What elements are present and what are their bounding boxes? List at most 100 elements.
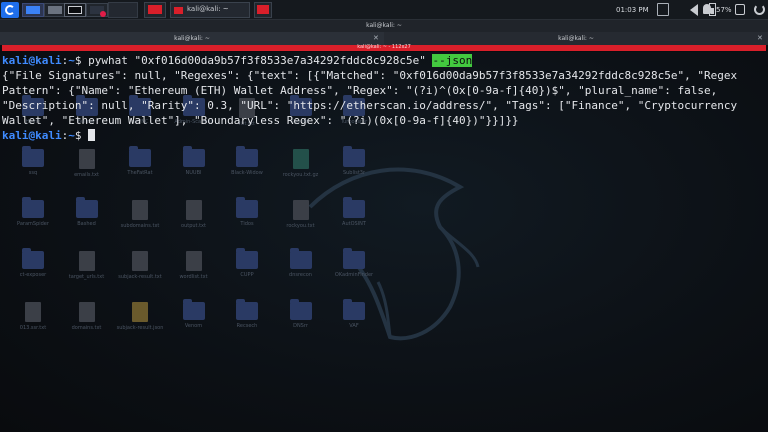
terminal-titlebar[interactable]: kali@kali: ~ — [0, 20, 768, 32]
file-icon — [292, 149, 309, 169]
prompt-path: ~ — [68, 129, 75, 142]
battery-icon[interactable] — [709, 3, 716, 16]
desktop-icon-label: Venom — [184, 323, 203, 329]
prompt-user: kali@kali — [2, 129, 62, 142]
launcher-browser-window[interactable] — [44, 3, 66, 17]
desktop-icon[interactable]: wordlist.txt — [167, 251, 221, 280]
file-icon — [78, 251, 95, 271]
desktop-icon[interactable]: rockyou.txt — [274, 200, 328, 229]
desktop-icon-label: emails.txt — [74, 172, 99, 178]
record-icon — [100, 11, 106, 17]
folder-icon — [343, 248, 365, 269]
desktop-icon[interactable]: TheFatRat — [113, 146, 167, 176]
launcher-screenshot[interactable] — [86, 3, 108, 17]
launcher-terminal[interactable] — [64, 3, 86, 17]
folder-icon — [182, 146, 205, 167]
desktop-icon-label: dnsrecon — [289, 272, 312, 278]
desktop-icon[interactable]: 013.ssr.txt — [6, 302, 60, 331]
folder-icon — [22, 146, 44, 167]
folder-icon — [343, 299, 365, 320]
desktop-icon[interactable]: dnsrecon — [274, 248, 328, 278]
desktop-icon-label: DNSrr — [293, 323, 308, 329]
lock-screen-icon[interactable] — [735, 4, 745, 15]
desktop-icon[interactable]: OKadminFinder — [327, 248, 381, 278]
output-line: {"File Signatures": null, "Regexes": {"t… — [2, 69, 738, 82]
prompt-path: ~ — [68, 54, 75, 67]
desktop-icon[interactable]: DNSrr — [274, 299, 328, 329]
file-icon — [185, 200, 202, 220]
terminal-task-icon — [174, 7, 183, 14]
desktop-icon-label: output.txt — [181, 223, 206, 229]
folder-icon — [22, 197, 44, 218]
tab-label: kali@kali: ~ — [558, 35, 594, 42]
desktop-icon[interactable]: subjack-result.txt — [113, 251, 167, 280]
file-icon — [25, 302, 41, 322]
desktop-icon[interactable]: AutOSINT — [327, 197, 381, 227]
taskbar-task-title: kali@kali: ~ — [187, 5, 229, 13]
desktop-icon[interactable]: Recsech — [220, 299, 274, 329]
volume-icon[interactable] — [690, 4, 698, 16]
output-line: Pattern": {"Name": "Ethereum (ETH) Walle… — [2, 84, 718, 97]
terminal-output[interactable]: kali@kali:~$ pywhat "0xf016d00da9b57f3f8… — [0, 52, 768, 148]
desktop-icon[interactable]: Tidos — [220, 197, 274, 227]
desktop-icon-label: Black-Widow — [231, 170, 263, 176]
desktop-icon[interactable]: Black-Widow — [220, 146, 274, 176]
power-icon[interactable] — [754, 4, 765, 15]
desktop-icon-label: rockyou.txt — [286, 223, 315, 229]
prompt-symbol: $ — [74, 54, 89, 67]
desktop-icon[interactable]: NUUBI — [167, 146, 221, 176]
launcher-files[interactable] — [22, 3, 44, 17]
desktop-icon[interactable]: subdomains.txt — [113, 200, 167, 229]
desktop-icon-label: CUPP — [240, 272, 254, 278]
desktop-icon-label: Sublist3r — [342, 170, 366, 176]
desktop-icon[interactable]: Sublist3r — [327, 146, 381, 176]
desktop-icon-label: Tidos — [240, 221, 254, 227]
desktop-icon[interactable]: rockyou.txt.gz — [274, 149, 328, 178]
output-line: "Description": null, "Rarity": 0.3, "URL… — [2, 99, 738, 112]
terminal-size-bar: kali@kali: ~ - 112x27 — [2, 44, 766, 51]
taskbar: kali@kali: ~ 01:03 PM 57% — [0, 0, 768, 20]
desktop-icon-label: ct-exposer — [19, 272, 47, 278]
desktop-icon-label: ssq — [28, 170, 38, 176]
application-menu-button[interactable] — [1, 2, 19, 18]
taskbar-terminal-task[interactable]: kali@kali: ~ — [170, 2, 250, 18]
folder-icon — [289, 248, 312, 269]
desktop-icon-label: subdomains.txt — [120, 223, 160, 229]
display-icon[interactable] — [657, 3, 669, 16]
workspace-window-icon — [257, 5, 269, 14]
workspace-2[interactable] — [144, 2, 166, 18]
prompt-symbol: $ — [74, 129, 89, 142]
desktop-icon[interactable]: Bashed — [60, 197, 114, 227]
desktop-icon[interactable]: domains.txt — [60, 302, 114, 331]
desktop-icon[interactable]: emails.txt — [60, 149, 114, 178]
clock[interactable]: 01:03 PM — [616, 6, 649, 14]
close-tab-icon[interactable]: ✕ — [757, 34, 763, 42]
command-text: pywhat "0xf016d00da9b57f3f8533e7a34292fd… — [88, 54, 433, 67]
desktop-icon[interactable]: ssq — [6, 146, 60, 176]
folder-icon — [236, 197, 258, 218]
desktop-icon[interactable]: VAF — [327, 299, 381, 329]
desktop-icon[interactable]: Venom — [167, 299, 221, 329]
window-title: kali@kali: ~ — [366, 22, 402, 29]
desktop-icon-label: rockyou.txt.gz — [282, 172, 319, 178]
workspace-1[interactable] — [108, 2, 138, 18]
terminal-icon — [68, 6, 82, 14]
file-icon — [132, 251, 148, 271]
desktop-icon-label: VAF — [349, 323, 359, 329]
folder-icon — [236, 146, 258, 167]
folder-icon — [236, 299, 258, 320]
output-line: Wallet", "Ethereum Wallet"], "Boundaryle… — [2, 114, 519, 127]
desktop-icon-label: subjack-result.txt — [118, 274, 162, 280]
desktop-icon[interactable]: target_urls.txt — [60, 251, 114, 280]
window-icon — [48, 6, 62, 14]
close-tab-icon[interactable]: ✕ — [373, 34, 379, 42]
workspace-3[interactable] — [254, 2, 272, 18]
desktop-icon[interactable]: ct-exposer — [6, 248, 60, 278]
desktop-icon[interactable]: output.txt — [167, 200, 221, 229]
desktop-icon[interactable]: subjack-result.json — [113, 302, 167, 331]
active-prompt[interactable]: kali@kali:~$ — [2, 128, 96, 143]
desktop-icon[interactable]: ParamSpider — [6, 197, 60, 227]
desktop-icon[interactable]: CUPP — [220, 248, 274, 278]
terminal-size-label: kali@kali: ~ - 112x27 — [357, 44, 411, 50]
command-line: kali@kali:~$ pywhat "0xf016d00da9b57f3f8… — [2, 53, 473, 68]
